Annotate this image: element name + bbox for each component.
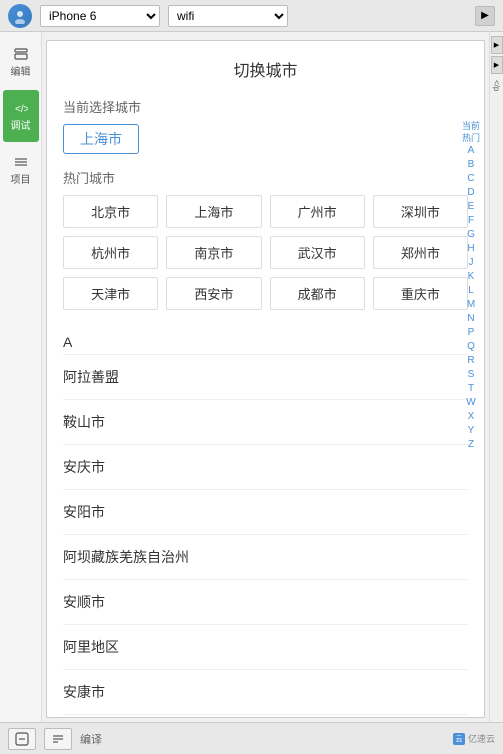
alpha-index-item[interactable]: N — [465, 312, 476, 326]
hot-city-button[interactable]: 天津市 — [63, 277, 158, 310]
hot-city-button[interactable]: 成都市 — [270, 277, 365, 310]
right-btn-2[interactable]: ▶ — [491, 56, 503, 74]
phone-frame: 切换城市 当前选择城市 上海市 热门城市 北京市上海市广州市深圳市杭州市南京市武… — [46, 40, 485, 718]
alpha-index-item[interactable]: T — [466, 382, 476, 396]
alpha-index-item[interactable]: B — [466, 158, 477, 172]
hot-city-button[interactable]: 广州市 — [270, 195, 365, 228]
project-icon — [12, 155, 30, 169]
alpha-index: 当前热门ABCDEFGHJKLMNPQRSTWXYZ — [460, 121, 482, 452]
alpha-index-item[interactable]: C — [465, 172, 476, 186]
edit-icon — [12, 47, 30, 61]
hot-section-label: 热门城市 — [63, 168, 468, 187]
hot-city-button[interactable]: 重庆市 — [373, 277, 468, 310]
hot-city-button[interactable]: 上海市 — [166, 195, 261, 228]
bottom-toolbar: 编译 云 亿速云 — [0, 722, 503, 754]
top-bar-right: ▶ — [475, 6, 495, 26]
hot-city-button[interactable]: 北京市 — [63, 195, 158, 228]
alpha-index-item[interactable]: L — [466, 284, 476, 298]
expand-button[interactable]: ▶ — [475, 6, 495, 26]
right-panel-label: </p — [492, 80, 501, 91]
project-label: 项目 — [11, 171, 31, 186]
current-section-label: 当前选择城市 — [63, 97, 468, 116]
center-area: 切换城市 当前选择城市 上海市 热门城市 北京市上海市广州市深圳市杭州市南京市武… — [42, 32, 489, 722]
city-list-item[interactable]: 安阳市 — [63, 490, 468, 535]
translate-label: 编译 — [80, 731, 102, 747]
alpha-index-item[interactable]: E — [466, 200, 477, 214]
alpha-index-item[interactable]: Z — [466, 438, 476, 452]
city-list-item[interactable]: 阿里地区 — [63, 625, 468, 670]
alpha-index-item[interactable]: Y — [466, 424, 477, 438]
alpha-index-item[interactable]: R — [465, 354, 476, 368]
debug-icon: </> — [12, 101, 30, 115]
alpha-label-a: A — [63, 326, 468, 355]
alpha-index-item[interactable]: J — [466, 256, 475, 270]
alpha-index-item[interactable]: F — [466, 214, 476, 228]
alpha-index-item[interactable]: G — [465, 228, 477, 242]
svg-text:</>: </> — [15, 104, 28, 114]
bottom-btn-2[interactable] — [44, 728, 72, 750]
city-list-item[interactable]: 鞍山市 — [63, 400, 468, 445]
hot-city-button[interactable]: 西安市 — [166, 277, 261, 310]
sidebar-item-edit[interactable]: 编辑 — [3, 36, 39, 88]
alpha-index-item[interactable]: S — [466, 368, 477, 382]
hot-city-button[interactable]: 杭州市 — [63, 236, 158, 269]
hot-city-button[interactable]: 武汉市 — [270, 236, 365, 269]
left-sidebar: 编辑 </> 调试 项目 — [0, 32, 42, 722]
hot-city-button[interactable]: 南京市 — [166, 236, 261, 269]
city-list-item[interactable]: 阿坝藏族羌族自治州 — [63, 535, 468, 580]
hot-city-button[interactable]: 郑州市 — [373, 236, 468, 269]
alpha-index-special[interactable]: 当前 — [460, 121, 482, 133]
page-title: 切换城市 — [63, 57, 468, 81]
city-list-item[interactable]: 安庆市 — [63, 445, 468, 490]
right-panel: ▶ ▶ </p — [489, 32, 503, 722]
watermark-logo: 云 — [453, 733, 465, 745]
debug-label: 调试 — [11, 117, 31, 132]
watermark-text: 亿速云 — [468, 732, 495, 745]
alpha-section: A 阿拉善盟鞍山市安庆市安阳市阿坝藏族羌族自治州安顺市阿里地区安康市 — [63, 326, 468, 715]
right-btn-1[interactable]: ▶ — [491, 36, 503, 54]
avatar — [8, 4, 32, 28]
hot-cities-grid: 北京市上海市广州市深圳市杭州市南京市武汉市郑州市天津市西安市成都市重庆市 — [63, 195, 468, 310]
device-select[interactable]: iPhone 6 — [40, 5, 160, 27]
hot-city-button[interactable]: 深圳市 — [373, 195, 468, 228]
current-city-button[interactable]: 上海市 — [63, 124, 139, 154]
alpha-index-item[interactable]: M — [465, 298, 477, 312]
alpha-index-item[interactable]: A — [466, 144, 477, 158]
city-list-item[interactable]: 安顺市 — [63, 580, 468, 625]
sidebar-item-project[interactable]: 项目 — [3, 144, 39, 196]
wifi-select[interactable]: wifi — [168, 5, 288, 27]
alpha-index-item[interactable]: D — [465, 186, 476, 200]
alpha-index-item[interactable]: P — [466, 326, 477, 340]
alpha-index-special[interactable]: 热门 — [460, 133, 482, 145]
alpha-index-item[interactable]: H — [465, 242, 476, 256]
alpha-index-item[interactable]: K — [466, 270, 477, 284]
city-page: 切换城市 当前选择城市 上海市 热门城市 北京市上海市广州市深圳市杭州市南京市武… — [47, 41, 484, 717]
sidebar-item-debug[interactable]: </> 调试 — [3, 90, 39, 142]
alpha-index-item[interactable]: W — [464, 396, 477, 410]
edit-label: 编辑 — [11, 63, 31, 78]
city-list-item[interactable]: 安康市 — [63, 670, 468, 715]
watermark-area: 云 亿速云 — [453, 732, 495, 745]
alpha-index-item[interactable]: Q — [465, 340, 477, 354]
alpha-index-item[interactable]: X — [466, 410, 477, 424]
bottom-btn-1[interactable] — [8, 728, 36, 750]
top-bar: iPhone 6 wifi ▶ — [0, 0, 503, 32]
main-layout: 编辑 </> 调试 项目 切换城市 — [0, 32, 503, 722]
city-list-item[interactable]: 阿拉善盟 — [63, 355, 468, 400]
